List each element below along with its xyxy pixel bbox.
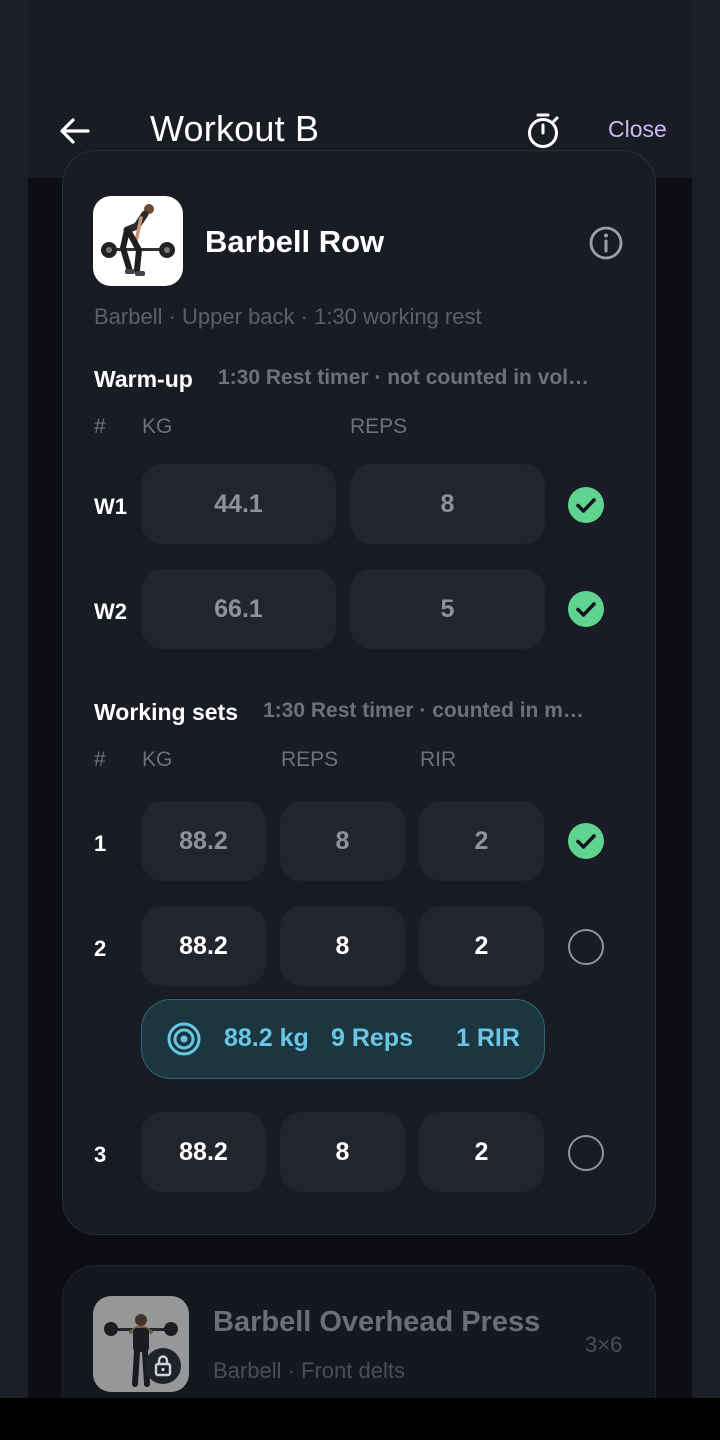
lock-badge xyxy=(145,1348,181,1384)
working-subtitle: 1:30 Rest timer · counted in m… xyxy=(263,699,584,722)
warmup-title: Warm-up xyxy=(94,366,193,392)
arrow-left-icon[interactable] xyxy=(58,114,92,148)
next-exercise-name: Barbell Overhead Press xyxy=(213,1306,541,1338)
suggestion-reps: 9 Reps xyxy=(331,1024,413,1052)
suggestion-chip[interactable]: 88.2 kg 9 Reps 1 RIR xyxy=(141,999,545,1079)
set-complete-checkbox[interactable] xyxy=(568,929,604,965)
status-bar xyxy=(28,0,692,80)
next-exercise-scheme: 3×6 xyxy=(585,1332,623,1357)
set-complete-checkbox[interactable] xyxy=(568,823,604,859)
check-icon xyxy=(576,602,596,617)
col-header-rir: RIR xyxy=(420,748,457,771)
warmup-subtitle: 1:30 Rest timer · not counted in vol… xyxy=(218,366,590,389)
set-label: 3 xyxy=(94,1142,107,1167)
set-label: 2 xyxy=(94,936,107,961)
rir-field[interactable]: 2 xyxy=(419,906,544,986)
col-header-kg: KG xyxy=(142,748,173,771)
col-header-reps: REPS xyxy=(281,748,339,771)
set-complete-checkbox[interactable] xyxy=(568,487,604,523)
suggestion-kg: 88.2 kg xyxy=(224,1024,309,1052)
lock-icon xyxy=(154,1355,172,1377)
navigation-bar xyxy=(0,1398,720,1440)
col-header-kg: KG xyxy=(142,415,173,438)
exercise-meta: Barbell · Upper back · 1:30 working rest xyxy=(94,304,482,329)
page-title: Workout B xyxy=(150,108,320,149)
set-complete-checkbox[interactable] xyxy=(568,1135,604,1171)
stopwatch-icon[interactable] xyxy=(524,112,562,150)
exercise-card: Barbell Row Barbell · Upper back · 1:30 … xyxy=(62,150,656,1235)
close-button[interactable]: Close xyxy=(608,116,667,143)
next-exercise-meta: Barbell · Front delts xyxy=(213,1358,405,1383)
kg-field[interactable]: 88.2 xyxy=(141,801,266,881)
exercise-name: Barbell Row xyxy=(205,224,385,259)
check-icon xyxy=(576,498,596,513)
reps-field[interactable]: 8 xyxy=(280,1112,405,1192)
reps-field[interactable]: 5 xyxy=(350,569,545,649)
set-label: W1 xyxy=(94,494,127,519)
check-icon xyxy=(576,834,596,849)
col-header-index: # xyxy=(94,415,106,438)
kg-field[interactable]: 88.2 xyxy=(141,906,266,986)
set-label: W2 xyxy=(94,599,127,624)
col-header-index: # xyxy=(94,748,106,771)
set-label: 1 xyxy=(94,831,107,856)
app-screen: Workout B Close Barbell Row Barbell · Up… xyxy=(28,0,692,1440)
reps-field[interactable]: 8 xyxy=(280,801,405,881)
reps-field[interactable]: 8 xyxy=(280,906,405,986)
barbell-row-figure-icon xyxy=(101,204,175,276)
rir-field[interactable]: 2 xyxy=(419,1112,544,1192)
rir-field[interactable]: 2 xyxy=(419,801,544,881)
kg-field[interactable]: 44.1 xyxy=(141,464,336,544)
col-header-reps: REPS xyxy=(350,415,408,438)
info-icon[interactable] xyxy=(588,225,624,261)
working-title: Working sets xyxy=(94,699,238,725)
set-complete-checkbox[interactable] xyxy=(568,591,604,627)
exercise-thumbnail xyxy=(93,196,183,286)
kg-field[interactable]: 88.2 xyxy=(141,1112,266,1192)
kg-field[interactable]: 66.1 xyxy=(141,569,336,649)
suggestion-rir: 1 RIR xyxy=(456,1024,520,1052)
target-icon xyxy=(167,1022,201,1056)
reps-field[interactable]: 8 xyxy=(350,464,545,544)
